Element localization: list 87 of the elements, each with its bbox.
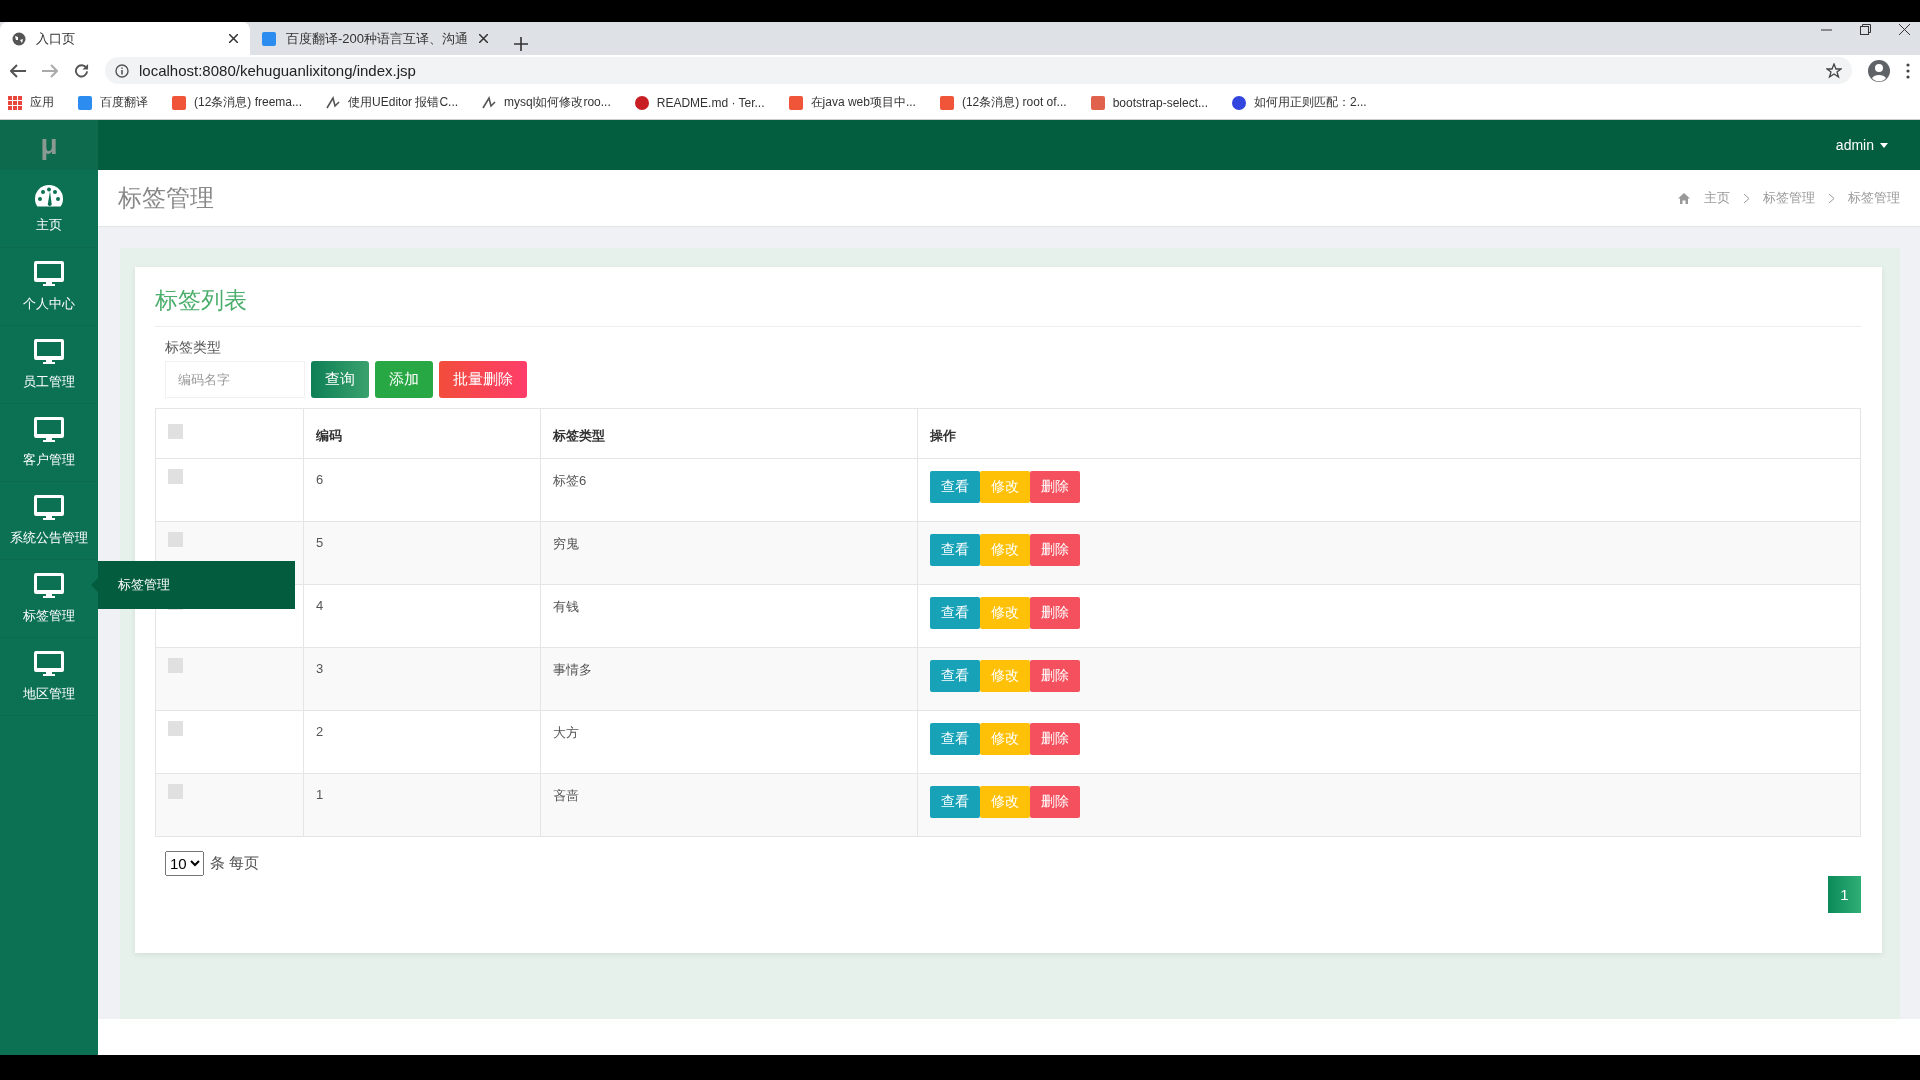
new-tab-icon[interactable]	[514, 37, 528, 51]
page-size-label: 条 每页	[210, 854, 260, 873]
monitor-icon	[34, 338, 64, 365]
close-icon[interactable]	[1899, 24, 1910, 35]
home-icon	[1678, 192, 1690, 204]
column-header: 操作	[917, 408, 1861, 459]
field-label: 标签类型	[164, 339, 222, 357]
monitor-icon	[34, 416, 64, 443]
monitor-icon	[34, 494, 64, 521]
table-cell: 事情多	[540, 647, 918, 711]
gauge-icon	[34, 183, 64, 208]
delete-button[interactable]: 批量删除	[439, 361, 527, 398]
bookmark-link[interactable]: bootstrap-select...	[1112, 95, 1208, 110]
breadcrumb-link[interactable]: 标签管理	[1763, 189, 1815, 207]
bookmark-link[interactable]: 如何用正则匹配：2...	[1254, 94, 1367, 111]
reload-icon[interactable]	[74, 63, 89, 78]
table-cell: 大方	[540, 710, 918, 774]
monitor-icon	[34, 572, 64, 599]
monitor-icon	[34, 650, 64, 677]
view-button[interactable]: 查看	[930, 723, 980, 755]
menu-icon[interactable]	[1906, 62, 1910, 79]
restore-icon[interactable]	[1860, 24, 1871, 35]
search-field[interactable]: 编码名字	[165, 361, 305, 398]
bookmark-link[interactable]: 在java web项目中...	[810, 94, 916, 111]
column-header: 编码	[303, 408, 541, 459]
view-button[interactable]: 查看	[930, 534, 980, 566]
add-button[interactable]: 添加	[375, 361, 433, 398]
close-icon[interactable]	[479, 34, 488, 43]
close-icon[interactable]	[229, 34, 238, 43]
table-cell: 3	[303, 647, 541, 711]
user-menu[interactable]: admin	[1835, 137, 1874, 153]
profile-icon[interactable]	[1868, 59, 1890, 82]
page-button[interactable]: 1	[1828, 876, 1861, 913]
bookmark-link[interactable]: 应用	[30, 94, 54, 111]
address-bar[interactable]: localhost:8080/kehuguanlixitong/index.jsp	[105, 57, 1852, 84]
column-header: 标签类型	[540, 408, 918, 459]
chevron-icon	[1829, 193, 1834, 203]
bookmark-link[interactable]: README.md · Ter...	[656, 95, 765, 110]
page-size-select[interactable]: 10	[165, 851, 204, 876]
row-checkbox[interactable]	[168, 721, 183, 736]
view-button[interactable]: 查看	[930, 660, 980, 692]
row-checkbox[interactable]	[168, 532, 183, 547]
globe-icon	[12, 31, 26, 46]
delete-button[interactable]: 删除	[1030, 786, 1080, 818]
query-button[interactable]: 查询	[311, 361, 369, 398]
table-cell: 有钱	[540, 584, 918, 648]
browser-tab[interactable]: 入口页	[0, 22, 250, 55]
tooltip: 标签管理	[98, 561, 295, 609]
logo: μ	[0, 120, 98, 170]
info-icon	[115, 63, 129, 78]
chevron-icon	[1744, 193, 1749, 203]
delete-button[interactable]: 删除	[1030, 471, 1080, 503]
caret-icon[interactable]	[1880, 142, 1888, 148]
breadcrumb-link[interactable]: 标签管理	[1848, 189, 1900, 207]
table-cell: 6	[303, 458, 541, 522]
select-all-checkbox[interactable]	[168, 424, 183, 439]
bookmark-link[interactable]: mysql如何修改roo...	[504, 94, 611, 111]
card-title: 标签列表	[155, 281, 1861, 327]
table-cell: 5	[303, 521, 541, 585]
view-button[interactable]: 查看	[930, 786, 980, 818]
breadcrumb-link[interactable]: 主页	[1704, 189, 1730, 207]
delete-button[interactable]: 删除	[1030, 534, 1080, 566]
row-checkbox[interactable]	[168, 784, 183, 799]
bookmark-link[interactable]: (12条消息) freema...	[194, 94, 303, 111]
table-cell: 标签6	[540, 458, 918, 522]
delete-button[interactable]: 删除	[1030, 660, 1080, 692]
bookmark-link[interactable]: 使用UEditor 报错C...	[348, 94, 459, 111]
table-cell: 吝啬	[540, 773, 918, 837]
table-cell: 穷鬼	[540, 521, 918, 585]
back-icon[interactable]	[10, 63, 26, 78]
bookmark-link[interactable]: (12条消息) root of...	[961, 94, 1067, 111]
sidebar-item[interactable]: 主页	[0, 170, 98, 248]
row-checkbox[interactable]	[168, 469, 183, 484]
bookmark-link[interactable]: 百度翻译	[100, 94, 148, 111]
table-cell: 4	[303, 584, 541, 648]
delete-button[interactable]: 删除	[1030, 723, 1080, 755]
table-cell: 1	[303, 773, 541, 837]
delete-button[interactable]: 删除	[1030, 597, 1080, 629]
table-cell: 2	[303, 710, 541, 774]
view-button[interactable]: 查看	[930, 471, 980, 503]
page-icon	[262, 31, 276, 46]
row-checkbox[interactable]	[168, 658, 183, 673]
browser-tab[interactable]: 百度翻译-200种语言互译、沟通	[250, 22, 500, 55]
star-icon[interactable]	[1826, 62, 1842, 79]
monitor-icon	[34, 260, 64, 287]
page-title: 标签管理	[118, 183, 215, 213]
view-button[interactable]: 查看	[930, 597, 980, 629]
